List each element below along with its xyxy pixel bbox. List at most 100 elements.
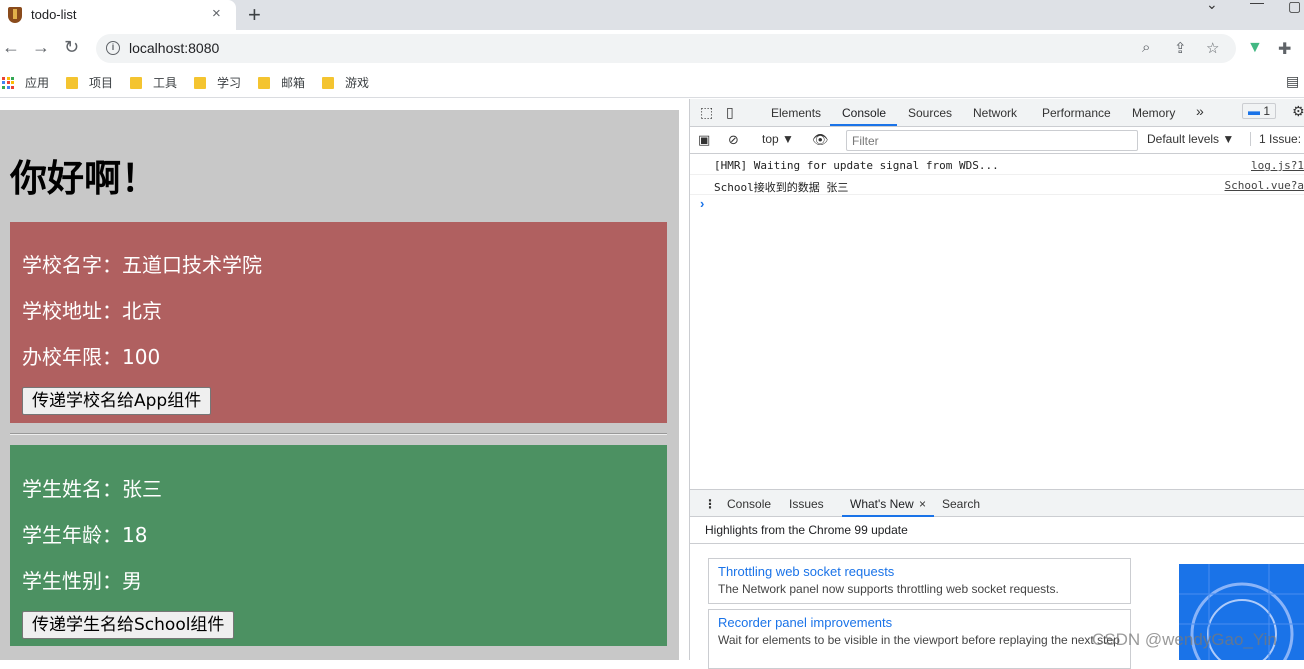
maximize-icon[interactable]: ▢ (1288, 0, 1301, 15)
bookmark-label: 邮箱 (281, 76, 306, 90)
drawer-tab-console[interactable]: Console (727, 497, 771, 511)
send-student-name-button[interactable]: 传递学生名给School组件 (22, 611, 235, 639)
tab-title: todo-list (31, 7, 77, 22)
forward-button[interactable]: → (32, 37, 50, 58)
bookmark-folder-study[interactable]: 学习 (194, 74, 241, 91)
card-title-link[interactable]: Throttling web socket requests (718, 564, 1121, 579)
send-school-name-button[interactable]: 传递学校名给App组件 (22, 387, 212, 415)
log-levels-dropdown[interactable]: Default levels ▼ (1147, 132, 1234, 146)
context-selector[interactable]: top ▼ (762, 132, 794, 146)
school-years: 办校年限：100 (22, 345, 161, 369)
settings-gear-icon[interactable]: ⚙ (1292, 103, 1304, 120)
tab-sources[interactable]: Sources (908, 106, 952, 120)
vue-shield-icon (8, 7, 22, 23)
console-log-row: School接收到的数据 张三 School.vue?a (690, 175, 1304, 195)
back-button[interactable]: ← (2, 37, 20, 58)
sidebar-toggle-icon[interactable]: ▣ (698, 132, 710, 148)
address-bar[interactable]: i localhost:8080 ⌕ ⇪ ☆ (96, 34, 1236, 63)
console-filter-input[interactable]: Filter (846, 130, 1138, 151)
drawer-tab-bar: ⋮ Console Issues What's New × Search (690, 489, 1304, 517)
minimize-icon[interactable]: — (1250, 0, 1264, 10)
folder-icon (194, 76, 206, 89)
page-viewport: 你好啊！ 学校名字：五道口技术学院 学校地址：北京 办校年限：100 传递学校名… (0, 99, 689, 660)
page-heading: 你好啊！ (10, 157, 158, 200)
new-tab-button[interactable]: + (248, 2, 261, 28)
inspect-element-icon[interactable]: ⬚ (700, 104, 713, 121)
devtools-panel: ⬚ ▯ Elements Console Sources Network Per… (689, 99, 1304, 669)
more-tabs-icon[interactable]: » (1196, 103, 1204, 119)
console-toolbar: ▣ ⊘ top ▼ 👁 Filter Default levels ▼ 1 Is… (690, 127, 1304, 154)
log-message: [HMR] Waiting for update signal from WDS… (714, 159, 999, 172)
student-component: 学生姓名：张三 学生年龄：18 学生性别：男 传递学生名给School组件 (10, 445, 667, 646)
student-gender: 学生性别：男 (22, 569, 142, 593)
navigation-bar: ← → ↻ i localhost:8080 ⌕ ⇪ ☆ ▼ ✚ (0, 30, 1304, 68)
tab-memory[interactable]: Memory (1132, 106, 1175, 120)
bookmark-folder-mail[interactable]: 邮箱 (258, 74, 305, 91)
reading-list-icon[interactable]: ▤ (1286, 73, 1299, 90)
bookmark-label: 工具 (153, 76, 178, 90)
bookmark-label: 游戏 (345, 76, 370, 90)
csdn-watermark: CSDN @wendyGao_Yin (1092, 630, 1277, 649)
log-source-link[interactable]: log.js?1 (1251, 159, 1304, 172)
devtools-tab-bar: ⬚ ▯ Elements Console Sources Network Per… (690, 99, 1304, 127)
school-component: 学校名字：五道口技术学院 学校地址：北京 办校年限：100 传递学校名给App组… (10, 222, 667, 423)
extensions-icon[interactable]: ✚ (1278, 39, 1291, 59)
bookmark-apps[interactable]: 应用 (2, 74, 49, 91)
console-prompt[interactable]: › (700, 196, 704, 211)
folder-icon (322, 76, 334, 89)
bookmark-folder-tools[interactable]: 工具 (130, 74, 177, 91)
school-address: 学校地址：北京 (22, 299, 162, 323)
url-text[interactable]: localhost:8080 (129, 40, 219, 56)
whats-new-card[interactable]: Throttling web socket requests The Netwo… (708, 558, 1131, 604)
drawer-tab-issues[interactable]: Issues (789, 497, 824, 511)
tab-network[interactable]: Network (973, 106, 1017, 120)
school-name: 学校名字：五道口技术学院 (22, 253, 262, 277)
issues-badge[interactable]: ▬ 1 (1242, 103, 1277, 119)
card-description: Wait for elements to be visible in the v… (718, 633, 1120, 647)
drawer-tab-search[interactable]: Search (942, 497, 980, 511)
card-title-link[interactable]: Recorder panel improvements (718, 615, 1121, 630)
drawer-tab-close-icon[interactable]: × (919, 497, 926, 511)
whats-new-card[interactable]: Recorder panel improvements Wait for ele… (708, 609, 1131, 669)
tab-elements[interactable]: Elements (771, 106, 821, 120)
message-icon: ▬ (1248, 104, 1260, 118)
student-name: 学生姓名：张三 (22, 477, 162, 501)
device-toolbar-icon[interactable]: ▯ (726, 104, 734, 121)
reload-button[interactable]: ↻ (64, 37, 79, 58)
tab-close-icon[interactable]: × (212, 5, 221, 22)
student-age: 学生年龄：18 (22, 523, 148, 547)
issues-count: 1 (1263, 104, 1271, 118)
card-description: The Network panel now supports throttlin… (718, 582, 1059, 596)
zoom-icon[interactable]: ⌕ (1142, 39, 1150, 56)
bookmarks-bar: 应用 项目 工具 学习 邮箱 游戏 ▤ (0, 68, 1304, 98)
tab-performance[interactable]: Performance (1042, 106, 1111, 120)
console-log-row: [HMR] Waiting for update signal from WDS… (690, 155, 1304, 175)
active-tab-indicator (830, 124, 897, 126)
drawer-menu-icon[interactable]: ⋮ (704, 497, 716, 511)
app-container: 你好啊！ 学校名字：五道口技术学院 学校地址：北京 办校年限：100 传递学校名… (0, 110, 679, 660)
bookmark-star-icon[interactable]: ☆ (1206, 39, 1219, 57)
log-source-link[interactable]: School.vue?a (1225, 179, 1304, 192)
site-info-icon[interactable]: i (106, 41, 120, 55)
bookmark-folder-projects[interactable]: 项目 (66, 74, 113, 91)
folder-icon (258, 76, 270, 89)
bookmark-label: 应用 (25, 76, 50, 90)
tab-strip: todo-list × + ⌄ — ▢ (0, 0, 1304, 30)
clear-console-icon[interactable]: ⊘ (728, 132, 739, 148)
browser-tab[interactable]: todo-list × (0, 0, 236, 30)
bookmark-folder-games[interactable]: 游戏 (322, 74, 369, 91)
live-expression-eye-icon[interactable]: 👁 (812, 132, 829, 148)
horizontal-rule (10, 433, 667, 435)
bookmark-label: 学习 (217, 76, 242, 90)
share-icon[interactable]: ⇪ (1174, 39, 1187, 57)
tab-search-icon[interactable]: ⌄ (1206, 0, 1218, 13)
whats-new-header: Highlights from the Chrome 99 update (690, 517, 1304, 544)
drawer-tab-whats-new[interactable]: What's New (850, 497, 914, 511)
tab-console[interactable]: Console (842, 106, 886, 120)
bookmark-label: 项目 (89, 76, 114, 90)
apps-grid-icon (2, 76, 14, 89)
issues-counter[interactable]: 1 Issue: (1250, 132, 1301, 146)
log-message: School接收到的数据 张三 (714, 181, 849, 194)
folder-icon (66, 76, 78, 89)
vue-devtools-icon[interactable]: ▼ (1247, 39, 1263, 57)
